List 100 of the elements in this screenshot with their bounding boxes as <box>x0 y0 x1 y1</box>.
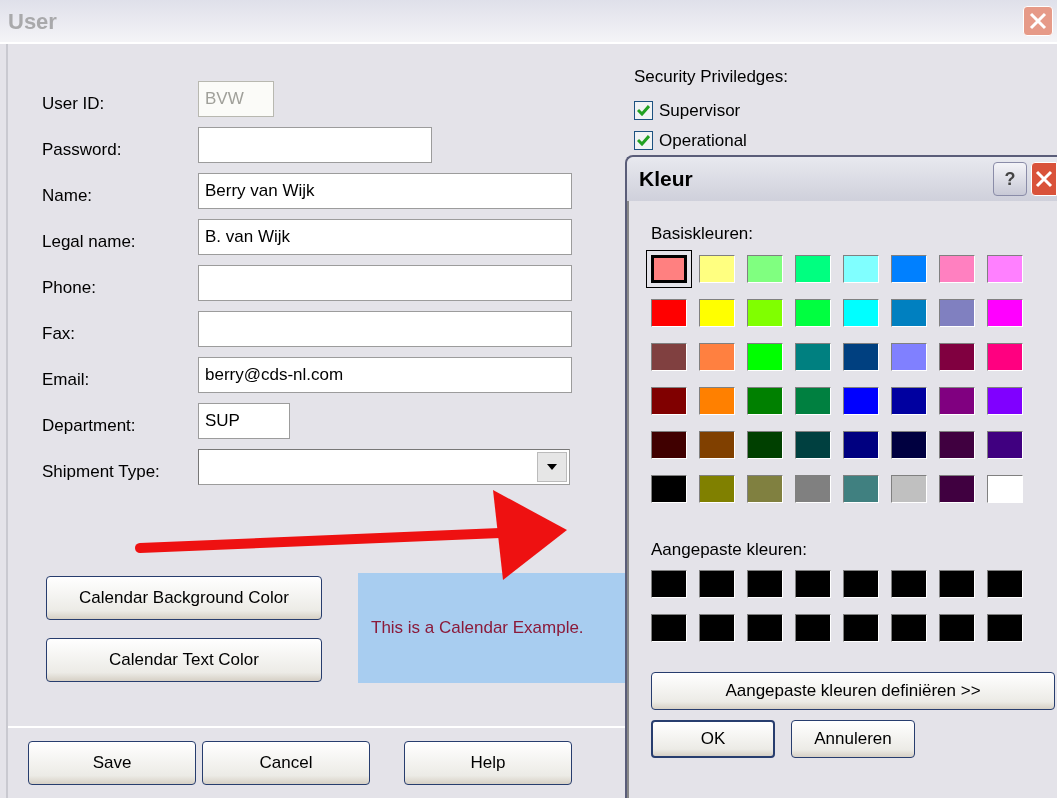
input-field[interactable]: SUP <box>198 403 290 439</box>
ok-button[interactable]: OK <box>651 720 775 758</box>
color-swatch[interactable] <box>891 570 927 598</box>
cancel-button[interactable]: Cancel <box>202 741 370 785</box>
color-swatch[interactable] <box>843 430 879 459</box>
color-swatch[interactable] <box>843 298 879 327</box>
color-swatch[interactable] <box>747 342 783 371</box>
field-label: Password: <box>41 139 123 162</box>
color-swatch[interactable] <box>795 474 831 503</box>
color-swatch[interactable] <box>891 474 927 503</box>
checkbox[interactable] <box>634 101 653 120</box>
color-swatch[interactable] <box>795 570 831 598</box>
color-swatch[interactable] <box>795 430 831 459</box>
color-swatch[interactable] <box>843 474 879 503</box>
field-label: Fax: <box>41 323 77 346</box>
color-swatch[interactable] <box>939 570 975 598</box>
color-swatch[interactable] <box>987 254 1023 283</box>
color-swatch[interactable] <box>651 386 687 415</box>
color-swatch[interactable] <box>939 254 975 283</box>
color-swatch[interactable] <box>699 614 735 642</box>
color-swatch[interactable] <box>843 386 879 415</box>
color-swatch[interactable] <box>651 298 687 327</box>
color-swatch[interactable] <box>843 614 879 642</box>
dialog-title: Kleur <box>639 166 693 193</box>
color-swatch[interactable] <box>651 570 687 598</box>
close-button[interactable] <box>1031 162 1057 196</box>
color-swatch[interactable] <box>651 614 687 642</box>
field-label: Shipment Type: <box>41 461 161 484</box>
color-swatch[interactable] <box>747 386 783 415</box>
check-icon <box>637 135 650 146</box>
color-swatch[interactable] <box>987 474 1023 503</box>
color-swatch[interactable] <box>747 474 783 503</box>
color-swatch[interactable] <box>651 342 687 371</box>
help-button[interactable]: Help <box>404 741 572 785</box>
checkbox[interactable] <box>634 131 653 150</box>
define-custom-colors-button[interactable]: Aangepaste kleuren definiëren >> <box>651 672 1055 710</box>
security-label: Security Priviledges: <box>634 66 788 88</box>
color-swatch[interactable] <box>891 614 927 642</box>
color-swatch[interactable] <box>843 342 879 371</box>
color-swatch[interactable] <box>747 430 783 459</box>
color-swatch[interactable] <box>987 298 1023 327</box>
color-swatch[interactable] <box>795 254 831 283</box>
input-field[interactable]: B. van Wijk <box>198 219 572 255</box>
color-swatch[interactable] <box>987 614 1023 642</box>
close-icon <box>1035 170 1053 188</box>
color-swatch[interactable] <box>699 474 735 503</box>
color-swatch[interactable] <box>939 430 975 459</box>
color-swatch[interactable] <box>651 430 687 459</box>
checkbox-label: Supervisor <box>659 99 741 122</box>
color-swatch[interactable] <box>651 474 687 503</box>
color-swatch[interactable] <box>747 614 783 642</box>
color-swatch[interactable] <box>891 254 927 283</box>
calendar-example-text: This is a Calendar Example. <box>371 617 584 640</box>
field-label: User ID: <box>41 93 106 116</box>
input-field[interactable] <box>198 265 572 301</box>
field-label: Name: <box>41 185 94 208</box>
color-swatch[interactable] <box>987 430 1023 459</box>
color-swatch[interactable] <box>795 614 831 642</box>
calendar-text-color-button[interactable]: Calendar Text Color <box>46 638 322 682</box>
color-swatch[interactable] <box>699 430 735 459</box>
color-swatch[interactable] <box>747 570 783 598</box>
color-swatch[interactable] <box>699 386 735 415</box>
check-icon <box>637 105 650 116</box>
color-swatch[interactable] <box>987 386 1023 415</box>
color-swatch[interactable] <box>795 386 831 415</box>
color-swatch[interactable] <box>747 298 783 327</box>
color-swatch[interactable] <box>795 298 831 327</box>
calendar-background-color-button[interactable]: Calendar Background Color <box>46 576 322 620</box>
color-swatch[interactable] <box>939 474 975 503</box>
color-swatch[interactable] <box>891 430 927 459</box>
help-button[interactable]: ? <box>993 162 1027 196</box>
color-swatch[interactable] <box>699 254 735 283</box>
color-swatch[interactable] <box>843 254 879 283</box>
field-label: Department: <box>41 415 137 438</box>
input-field[interactable]: Berry van Wijk <box>198 173 572 209</box>
color-swatch[interactable] <box>939 614 975 642</box>
color-swatch[interactable] <box>699 342 735 371</box>
color-swatch[interactable] <box>747 254 783 283</box>
input-field[interactable]: berry@cds-nl.com <box>198 357 572 393</box>
color-swatch[interactable] <box>891 386 927 415</box>
color-swatch[interactable] <box>795 342 831 371</box>
field-label: Email: <box>41 369 91 392</box>
color-swatch[interactable] <box>891 298 927 327</box>
basic-colors-label: Basiskleuren: <box>651 223 755 245</box>
color-swatch[interactable] <box>843 570 879 598</box>
color-swatch[interactable] <box>987 342 1023 371</box>
shipment-type-dropdown[interactable] <box>198 449 570 485</box>
color-swatch[interactable] <box>987 570 1023 598</box>
color-swatch[interactable] <box>699 298 735 327</box>
dropdown-arrow-button[interactable] <box>537 452 567 482</box>
input-field[interactable] <box>198 127 432 163</box>
color-swatch[interactable] <box>939 342 975 371</box>
caret-icon <box>547 464 557 470</box>
save-button[interactable]: Save <box>28 741 196 785</box>
color-swatch[interactable] <box>699 570 735 598</box>
color-swatch[interactable] <box>939 386 975 415</box>
input-field[interactable] <box>198 311 572 347</box>
color-swatch[interactable] <box>891 342 927 371</box>
cancel-button[interactable]: Annuleren <box>791 720 915 758</box>
color-swatch[interactable] <box>939 298 975 327</box>
